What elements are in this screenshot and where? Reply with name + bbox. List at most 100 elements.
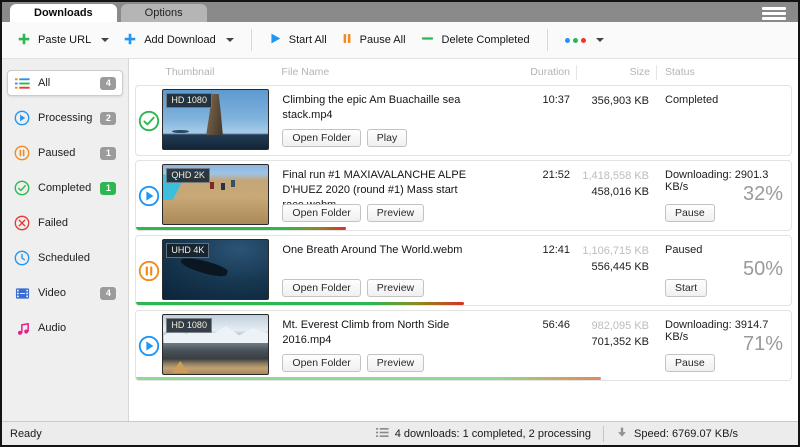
list-icon [376,426,389,442]
statusbar-separator [603,426,604,442]
table-header: Thumbnail File Name Duration Size Status [135,59,792,85]
percent-label: 71% [743,333,783,356]
count-badge: 2 [100,112,116,125]
download-row[interactable]: HD 1080Climbing the epic Am Buachaille s… [135,85,792,156]
sidebar-item-label: Scheduled [38,252,116,264]
sidebar-item-failed[interactable]: Failed [7,210,123,236]
status-text: Paused [665,244,783,256]
pause-all-button[interactable]: Pause All [334,27,413,53]
film-icon [14,285,30,301]
sidebar-item-processing[interactable]: Processing 2 [7,105,123,131]
size-downloaded: 556,445 KB [575,260,649,276]
open-folder-button[interactable]: Open Folder [282,279,360,297]
chevron-down-icon [226,38,234,42]
sidebar: All4 Processing 2 Paused 1 Completed 1 Failed Sc… [2,59,129,421]
quality-badge: QHD 2K [166,168,210,183]
preview-button[interactable]: Preview [367,354,424,372]
sidebar-item-label: Video [38,287,92,299]
percent-label: 32% [743,183,783,206]
pause-button[interactable]: Pause [665,354,715,372]
colored-dots-icon [565,38,586,43]
download-row[interactable]: QHD 2KFinal run #1 MAXIAVALANCHE ALPE D'… [135,160,792,231]
video-thumbnail[interactable]: UHD 4K [162,239,269,300]
check-circle-icon [14,180,30,196]
video-thumbnail[interactable]: HD 1080 [162,314,269,375]
open-folder-button[interactable]: Open Folder [282,204,360,222]
delete-completed-button[interactable]: Delete Completed [413,27,537,53]
count-badge: 1 [100,147,116,160]
preview-button[interactable]: Preview [367,204,424,222]
download-row[interactable]: UHD 4K One Breath Around The World.webm Op… [135,235,792,306]
pause-icon [341,32,353,48]
open-folder-button[interactable]: Open Folder [282,354,360,372]
play-circle-icon [136,311,162,380]
header-file-name: File Name [273,66,500,78]
percent-label: 50% [743,258,783,281]
size-total: 982,095 KB [575,319,649,335]
sidebar-item-video[interactable]: Video 4 [7,280,123,306]
sidebar-item-label: Paused [38,147,92,159]
size-downloaded: 701,352 KB [575,335,649,351]
music-note-icon [14,320,30,336]
size-downloaded: 458,016 KB [575,185,649,201]
download-arrow-icon [616,426,628,442]
duration: 12:41 [499,236,575,305]
tab-options[interactable]: Options [121,4,207,22]
play-circle-icon [14,110,30,126]
clock-icon [14,250,30,266]
plus-icon [17,32,31,49]
start-all-button[interactable]: Start All [262,27,334,53]
duration: 10:37 [499,86,575,155]
header-thumbnail: Thumbnail [161,66,273,78]
preview-button[interactable]: Preview [367,279,424,297]
paste-url-button[interactable]: Paste URL [10,27,116,54]
sidebar-item-paused[interactable]: Paused 1 [7,140,123,166]
sidebar-item-all[interactable]: All4 [7,70,123,96]
video-thumbnail[interactable]: QHD 2K [162,164,269,225]
minus-icon [420,32,435,48]
tab-downloads[interactable]: Downloads [10,4,117,22]
header-size: Size [576,65,656,80]
app-window: Downloads Options Paste URL Add Download… [0,0,800,447]
count-badge: 4 [100,287,116,300]
download-list: HD 1080Climbing the epic Am Buachaille s… [135,85,792,385]
size-total: 1,418,558 KB [575,169,649,185]
toolbar-separator [251,29,252,51]
file-name: Mt. Everest Climb from North Side 2016.m… [282,318,489,348]
downloads-panel: Thumbnail File Name Duration Size Status… [129,59,798,421]
pause-button[interactable]: Pause [665,204,715,222]
chevron-down-icon [101,38,109,42]
sidebar-item-label: Failed [38,217,116,229]
progress-bar [136,377,601,380]
duration: 21:52 [499,161,575,230]
sidebar-item-label: Processing [38,112,92,124]
sidebar-item-label: Completed [38,182,92,194]
menu-icon[interactable] [762,5,786,22]
add-download-button[interactable]: Add Download [116,27,241,54]
status-bar: Ready 4 downloads: 1 completed, 2 proces… [2,421,798,445]
more-actions-button[interactable] [558,33,611,48]
speed-indicator: Speed: 6769.07 KB/s [616,426,738,442]
sidebar-item-scheduled[interactable]: Scheduled [7,245,123,271]
sidebar-item-audio[interactable]: Audio [7,315,123,341]
pause-circle-icon [14,145,30,161]
quality-badge: UHD 4K [166,243,209,258]
start-button[interactable]: Start [665,279,707,297]
plus-icon [123,32,137,49]
open-folder-button[interactable]: Open Folder [282,129,360,147]
download-row[interactable]: HD 1080 Mt. Everest Climb from North Side… [135,310,792,381]
sidebar-item-completed[interactable]: Completed 1 [7,175,123,201]
file-name: One Breath Around The World.webm [282,243,489,258]
progress-bar [136,302,463,305]
video-thumbnail[interactable]: HD 1080 [162,89,269,150]
count-badge: 1 [100,182,116,195]
play-button[interactable]: Play [367,129,407,147]
toolbar: Paste URL Add Download Start All Pause A… [2,22,798,59]
play-icon [269,32,282,48]
duration: 56:46 [499,311,575,380]
status-text: Completed [665,94,783,106]
tab-bar: Downloads Options [2,2,798,22]
size-total: 356,903 KB [575,94,649,110]
toolbar-separator [547,29,548,51]
list-icon [14,75,30,91]
